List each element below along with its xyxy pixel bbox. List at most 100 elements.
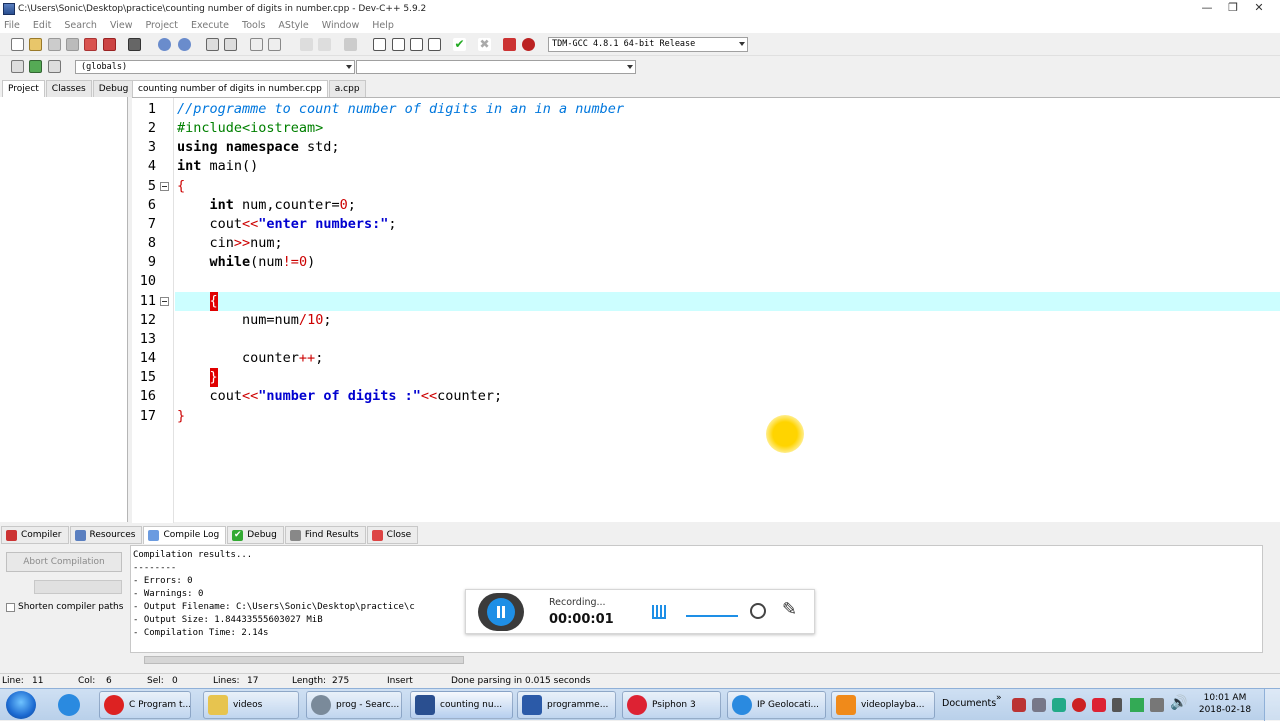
scope-select[interactable]: (globals) <box>75 60 355 74</box>
compile-run-icon[interactable] <box>410 38 423 51</box>
webcam-icon[interactable] <box>750 603 766 619</box>
compiler-select[interactable]: TDM-GCC 4.8.1 64-bit Release <box>548 37 748 52</box>
debug-icon[interactable] <box>522 38 535 51</box>
shorten-paths-option[interactable]: Shorten compiler paths <box>6 602 123 612</box>
ie-quicklaunch-icon[interactable] <box>52 691 88 719</box>
start-button[interactable] <box>6 691 36 719</box>
tab-find-results[interactable]: Find Results <box>284 526 366 544</box>
task-devcpp[interactable]: counting nu... <box>410 691 513 719</box>
task-word[interactable]: programme... <box>517 691 616 719</box>
volume-icon[interactable]: 🔊 <box>1170 695 1187 711</box>
close-file-icon[interactable] <box>84 38 97 51</box>
expand-toolbar-icon[interactable]: » <box>996 693 1002 703</box>
tab-project[interactable]: Project <box>2 80 45 97</box>
task-ip-geolocation[interactable]: IP Geolocati... <box>727 691 826 719</box>
run-icon[interactable] <box>392 38 405 51</box>
goto-forward-icon[interactable] <box>318 38 331 51</box>
line-number: 10 <box>139 273 156 289</box>
redo-icon[interactable] <box>178 38 191 51</box>
symbol-select[interactable] <box>356 60 636 74</box>
chevron-down-icon <box>346 65 352 69</box>
abort-compilation-button[interactable]: Abort Compilation <box>6 552 122 572</box>
tab-resources[interactable]: Resources <box>69 526 143 544</box>
task-vlc[interactable]: videoplayba... <box>831 691 935 719</box>
task-videos[interactable]: videos <box>203 691 299 719</box>
pen-icon[interactable]: ✎ <box>782 599 797 620</box>
code-editor[interactable]: 1 2 3 4 5 6 7 8 9 10 11 12 13 14 15 16 1… <box>132 97 1280 523</box>
tray-app-icon[interactable] <box>1032 698 1046 712</box>
save-all-icon[interactable] <box>66 38 79 51</box>
menu-tools[interactable]: Tools <box>242 20 265 31</box>
task-psiphon[interactable]: Psiphon 3 <box>622 691 721 719</box>
opera-icon <box>104 695 124 715</box>
maximize-button[interactable]: ❐ <box>1220 0 1246 17</box>
log-line: - Errors: 0 <box>133 576 193 586</box>
tab-classes[interactable]: Classes <box>45 80 92 97</box>
profile-chart-icon[interactable] <box>503 38 516 51</box>
tray-app-icon[interactable] <box>1072 698 1086 712</box>
minimize-button[interactable]: — <box>1194 0 1220 17</box>
save-icon[interactable] <box>48 38 61 51</box>
fold-collapse-icon[interactable] <box>160 182 169 191</box>
menu-execute[interactable]: Execute <box>191 20 229 31</box>
menu-file[interactable]: File <box>4 20 20 31</box>
flag-icon[interactable] <box>1150 698 1164 712</box>
replace-icon[interactable] <box>224 38 237 51</box>
scroll-thumb[interactable] <box>144 656 464 664</box>
print-icon[interactable] <box>128 38 141 51</box>
task-search[interactable]: prog - Searc... <box>306 691 402 719</box>
line-number-gutter: 1 2 3 4 5 6 7 8 9 10 11 12 13 14 15 16 1… <box>132 98 174 523</box>
psiphon-tray-icon[interactable] <box>1092 698 1106 712</box>
new-file-icon[interactable] <box>11 38 24 51</box>
task-opera[interactable]: C Program t... <box>99 691 191 719</box>
pause-recording-button[interactable] <box>478 593 524 631</box>
rebuild-icon[interactable] <box>428 38 441 51</box>
tray-app-icon[interactable] <box>1052 698 1066 712</box>
volume-slider[interactable] <box>686 615 738 617</box>
log-vertical-scrollbar[interactable] <box>1263 545 1278 653</box>
taskbar-clock[interactable]: 10:01 AM 2018-02-18 <box>1198 692 1252 716</box>
menu-search[interactable]: Search <box>64 20 97 31</box>
tab-close[interactable]: Close <box>366 526 419 544</box>
line-number: 16 <box>139 388 156 404</box>
find-icon[interactable] <box>206 38 219 51</box>
tab-compiler[interactable]: Compiler <box>1 526 69 544</box>
documents-toolbar[interactable]: Documents <box>942 698 996 709</box>
code-line-6: int num,counter=0; <box>177 197 356 213</box>
menu-view[interactable]: View <box>110 20 133 31</box>
menu-window[interactable]: Window <box>322 20 359 31</box>
editor-tab-a-cpp[interactable]: a.cpp <box>328 80 366 97</box>
bookmark-icon[interactable] <box>344 38 357 51</box>
menu-help[interactable]: Help <box>372 20 394 31</box>
toggle-bookmark-icon[interactable] <box>29 60 42 73</box>
insert-icon[interactable] <box>11 60 24 73</box>
editor-tab-counting[interactable]: counting number of digits in number.cpp <box>132 80 328 97</box>
log-line: Compilation results... <box>133 550 253 560</box>
menu-project[interactable]: Project <box>146 20 179 31</box>
undo-icon[interactable] <box>158 38 171 51</box>
stop-execution-icon[interactable]: ✖ <box>478 38 491 51</box>
compile-icon[interactable] <box>373 38 386 51</box>
battery-icon[interactable] <box>1112 698 1122 712</box>
fold-collapse-icon[interactable] <box>160 297 169 306</box>
tab-debug[interactable]: Debug <box>92 80 135 97</box>
goto-bookmark-icon[interactable] <box>48 60 61 73</box>
syntax-check-icon[interactable]: ✔ <box>453 38 466 51</box>
close-all-icon[interactable] <box>103 38 116 51</box>
log-horizontal-scrollbar[interactable] <box>130 654 1263 666</box>
line-number: 13 <box>139 331 156 347</box>
open-file-icon[interactable] <box>29 38 42 51</box>
show-desktop-button[interactable] <box>1264 689 1280 721</box>
network-icon[interactable] <box>1130 698 1144 712</box>
menu-astyle[interactable]: AStyle <box>278 20 308 31</box>
menu-edit[interactable]: Edit <box>33 20 51 31</box>
goto-back-icon[interactable] <box>300 38 313 51</box>
indent-icon[interactable] <box>250 38 263 51</box>
tray-app-icon[interactable] <box>1012 698 1026 712</box>
close-window-button[interactable]: ✕ <box>1246 0 1272 17</box>
tab-debug-bottom[interactable]: ✔ Debug <box>227 526 284 544</box>
unindent-icon[interactable] <box>268 38 281 51</box>
shorten-paths-checkbox[interactable] <box>6 602 15 612</box>
tab-compile-log[interactable]: Compile Log <box>143 526 227 544</box>
window-title: C:\Users\Sonic\Desktop\practice\counting… <box>18 3 427 14</box>
